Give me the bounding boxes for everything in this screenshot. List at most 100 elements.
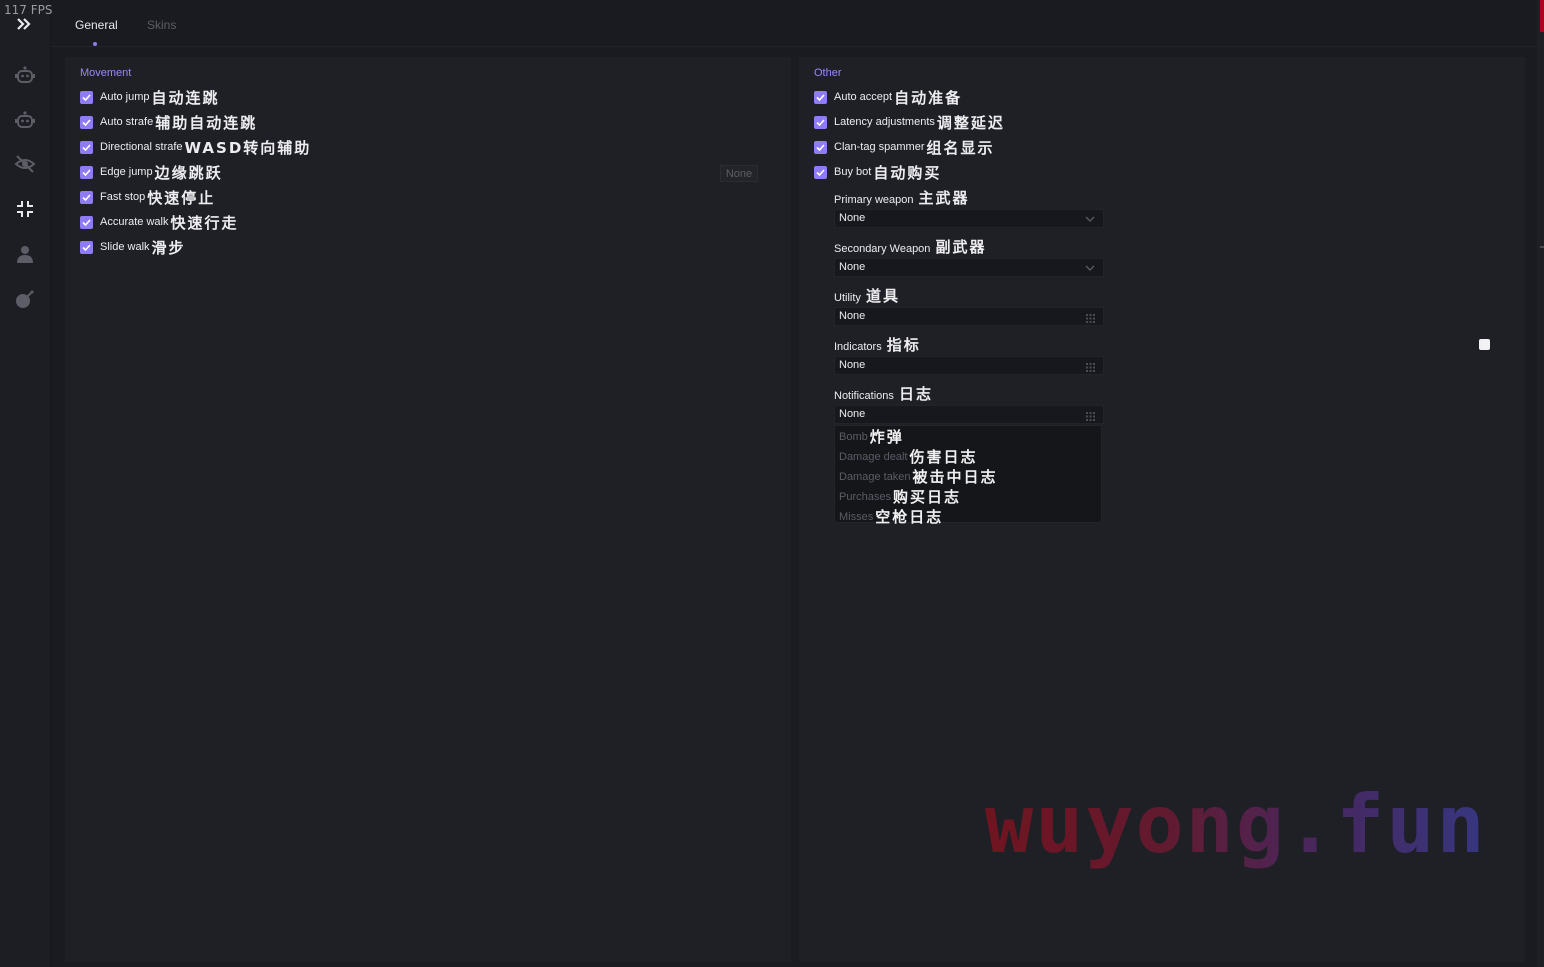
check-icon[interactable] [814,140,827,154]
field-label-cn: 主武器 [918,189,970,207]
option-label: Purchases [839,490,891,503]
check-icon[interactable] [80,215,93,229]
checkbox-label-cn: 组名显示 [926,138,995,157]
checkbox-label-cn: 辅助自动连跳 [155,113,258,132]
check-icon[interactable] [80,140,93,154]
grid-icon [1086,361,1095,378]
auto-strafe-checkbox[interactable]: Auto strafe 辅助自动连跳 [80,112,257,132]
checkbox-label: Auto jump [100,91,150,103]
compress-icon[interactable] [12,196,38,222]
utility-label: Utility 道具 [834,285,900,306]
checkbox-label-cn: 自动连跳 [151,88,220,107]
utility-multiselect[interactable]: None [834,307,1104,326]
checkbox-label-cn: 快速行走 [170,213,239,232]
buy-bot-checkbox[interactable]: Buy bot 自动购买 [814,162,941,182]
checkbox-label: Accurate walk [100,216,169,228]
option-label: Misses [839,510,874,523]
checkbox-label: Fast stop [100,191,146,203]
check-icon[interactable] [80,190,93,204]
secondary-weapon-select[interactable]: None [834,258,1104,277]
dropdown-option-bomb[interactable]: Bomb 炸弹 [839,426,904,447]
edge-jump-checkbox[interactable]: Edge jump 边缘跳跃 [80,162,223,182]
latency-adjustments-checkbox[interactable]: Latency adjustments 调整延迟 [814,112,1005,132]
option-label-cn: 购买日志 [892,488,961,506]
field-label-text: Utility [834,292,861,304]
checkbox-label-cn: 滑步 [151,238,186,257]
checkbox-label: Latency adjustments [834,116,935,128]
check-icon[interactable] [814,165,827,179]
user-icon[interactable] [12,241,38,267]
checkbox-label: Clan-tag spammer [834,141,925,153]
chevron-down-icon [1085,262,1095,279]
auto-accept-checkbox[interactable]: Auto accept 自动准备 [814,87,962,107]
field-label-cn: 副武器 [935,238,987,256]
field-label-text: Indicators [834,341,882,353]
check-icon[interactable] [814,90,827,104]
notifications-label: Notifications 日志 [834,383,933,404]
dropdown-option-misses[interactable]: Misses 空枪日志 [839,506,943,527]
tab-bar: General Skins [51,0,1537,47]
option-label-cn: 空枪日志 [875,508,944,526]
checkbox-label: Buy bot [834,166,872,178]
option-label: Damage dealt [839,450,908,463]
field-label-cn: 道具 [865,287,900,305]
select-value: None [839,310,866,322]
sidebar [0,0,51,967]
checkbox-label-cn: WASD转向辅助 [184,138,312,157]
clan-tag-spammer-checkbox[interactable]: Clan-tag spammer 组名显示 [814,137,995,157]
tab-skins[interactable]: Skins [147,18,176,32]
bot-icon[interactable] [12,62,38,88]
field-label-text: Secondary Weapon [834,243,931,255]
checkbox-label-cn: 自动购买 [873,163,942,182]
checkbox-label-cn: 快速停止 [147,188,216,207]
option-label: Bomb [839,430,868,443]
accurate-walk-checkbox[interactable]: Accurate walk 快速行走 [80,212,239,232]
checkbox-label: Auto strafe [100,116,154,128]
movement-panel: Movement Auto jump 自动连跳 Auto strafe 辅助自动… [65,57,791,962]
checkbox-label-cn: 调整延迟 [936,113,1005,132]
bot-icon[interactable] [12,107,38,133]
check-icon[interactable] [80,240,93,254]
secondary-weapon-label: Secondary Weapon 副武器 [834,236,987,257]
check-icon[interactable] [80,165,93,179]
option-label: Damage taken [839,470,911,483]
checkbox-label-cn: 自动准备 [894,88,963,107]
check-icon[interactable] [80,90,93,104]
fast-stop-checkbox[interactable]: Fast stop 快速停止 [80,187,215,207]
notifications-multiselect[interactable]: None [834,405,1104,424]
check-icon[interactable] [80,115,93,129]
field-label-cn: 日志 [898,385,933,403]
dropdown-option-damage-dealt[interactable]: Damage dealt 伤害日志 [839,446,978,467]
indicators-label: Indicators 指标 [834,334,921,355]
checkbox-label: Auto accept [834,91,893,103]
primary-weapon-select[interactable]: None [834,209,1104,228]
tab-general[interactable]: General [75,18,118,32]
field-label-text: Notifications [834,390,894,402]
checkbox-label: Edge jump [100,166,153,178]
dropdown-option-damage-taken[interactable]: Damage taken 被击中日志 [839,466,998,487]
field-label-cn: 指标 [886,336,921,354]
checkbox-label: Directional strafe [100,141,183,153]
fps-counter: 117 FPS [4,3,53,17]
window-edge [1537,0,1544,967]
edge-jump-keybind[interactable]: None [720,165,758,182]
option-label-cn: 炸弹 [869,428,904,446]
select-value: None [839,408,866,420]
indicators-multiselect[interactable]: None [834,356,1104,375]
dropdown-option-purchases[interactable]: Purchases 购买日志 [839,486,961,507]
bomb-icon[interactable] [12,286,38,312]
checkbox-label: Slide walk [100,241,150,253]
indicators-color-picker[interactable] [1479,339,1490,350]
scrollbar-marker [1540,246,1544,248]
expand-icon[interactable] [14,15,34,37]
directional-strafe-checkbox[interactable]: Directional strafe WASD转向辅助 [80,137,311,157]
active-tab-indicator [93,42,97,46]
eye-off-icon[interactable] [12,151,38,177]
checkbox-label-cn: 边缘跳跃 [154,163,223,182]
auto-jump-checkbox[interactable]: Auto jump 自动连跳 [80,87,220,107]
slide-walk-checkbox[interactable]: Slide walk 滑步 [80,237,186,257]
primary-weapon-label: Primary weapon 主武器 [834,187,970,208]
check-icon[interactable] [814,115,827,129]
movement-title: Movement [80,67,132,79]
select-value: None [839,212,866,224]
